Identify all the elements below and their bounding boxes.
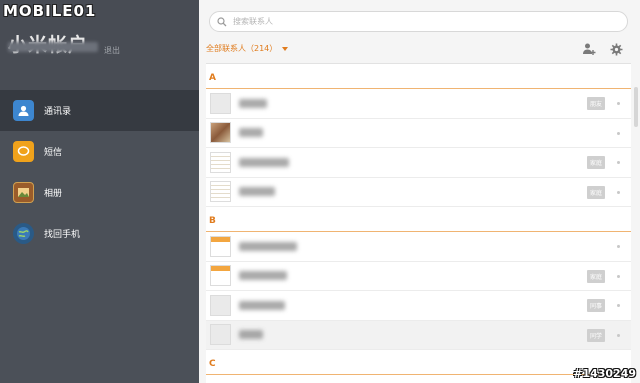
section-header: A <box>206 64 631 89</box>
avatar <box>210 294 231 316</box>
sidebar: MOBILE01 小米帐户 退出 通讯录 短信 相册 找回手 <box>0 0 199 383</box>
contact-group-tag: 朋友 <box>586 97 605 110</box>
sidebar-item-label: 通讯录 <box>44 107 72 117</box>
contact-name-blurred <box>239 98 267 108</box>
contact-filter-dropdown[interactable]: 全部联系人（214） <box>206 43 289 54</box>
sidebar-item-sms[interactable]: 短信 <box>0 131 199 172</box>
contact-row[interactable]: 家庭 <box>206 148 631 178</box>
account-header: MOBILE01 小米帐户 退出 <box>0 0 199 90</box>
section-header: B <box>206 207 631 232</box>
sidebar-item-label: 相册 <box>44 189 63 199</box>
row-dot-icon <box>617 131 620 135</box>
sidebar-item-contacts[interactable]: 通讯录 <box>0 90 199 131</box>
album-icon <box>13 182 34 203</box>
add-contact-icon[interactable] <box>582 42 596 56</box>
contact-name-blurred <box>239 241 297 251</box>
row-dot-icon <box>617 274 620 278</box>
contact-row[interactable] <box>206 119 631 148</box>
contact-row[interactable]: 家庭 <box>206 178 631 207</box>
avatar <box>210 151 231 173</box>
scroll-thumb[interactable] <box>634 87 638 127</box>
search-input[interactable]: 搜索联系人 <box>209 11 628 32</box>
avatar <box>210 324 231 346</box>
contact-name-blurred <box>239 187 275 197</box>
row-dot-icon <box>617 333 620 337</box>
contact-name-blurred <box>239 330 263 340</box>
contact-list: A 朋友 家庭 家庭 B 家庭 同事 同学 C <box>206 63 631 383</box>
row-dot-icon <box>617 190 620 194</box>
sidebar-item-label: 短信 <box>44 148 63 158</box>
row-dot-icon <box>617 245 620 248</box>
contacts-icon <box>13 100 34 121</box>
search-placeholder: 搜索联系人 <box>233 17 273 26</box>
avatar <box>210 181 231 203</box>
sms-icon <box>13 141 34 162</box>
image-id-watermark: #1430249 <box>573 367 636 380</box>
contact-name-blurred <box>239 128 263 138</box>
account-email-blurred <box>8 42 98 52</box>
contact-group-tag: 家庭 <box>586 185 605 199</box>
watermark-logo: MOBILE01 <box>3 2 97 20</box>
find-phone-icon <box>13 223 34 244</box>
avatar <box>210 122 231 144</box>
row-dot-icon <box>617 102 620 105</box>
contact-group-tag: 同学 <box>586 328 605 342</box>
avatar <box>210 265 231 287</box>
sidebar-item-album[interactable]: 相册 <box>0 172 199 213</box>
logout-link[interactable]: 退出 <box>104 45 120 56</box>
row-dot-icon <box>617 304 620 307</box>
contact-group-tag: 家庭 <box>586 156 605 169</box>
chevron-down-icon <box>282 46 289 51</box>
contact-group-tag: 同事 <box>586 299 605 312</box>
contact-row[interactable]: 家庭 <box>206 262 631 291</box>
sidebar-item-find-phone[interactable]: 找回手机 <box>0 213 199 254</box>
contact-row[interactable]: 同事 <box>206 291 631 321</box>
sidebar-item-label: 找回手机 <box>44 230 81 240</box>
contact-row[interactable] <box>206 232 631 262</box>
contacts-main: 搜索联系人 全部联系人（214） A 朋友 家庭 家庭 B 家庭 同事 同学 C <box>199 0 640 383</box>
settings-gear-icon[interactable] <box>609 42 623 56</box>
filter-label: 全部联系人（214） <box>206 44 278 53</box>
row-dot-icon <box>617 161 620 164</box>
contact-row[interactable]: 同学 <box>206 320 631 350</box>
contact-group-tag: 家庭 <box>586 269 605 283</box>
scrollbar[interactable] <box>634 63 638 383</box>
contact-row[interactable]: 朋友 <box>206 89 631 119</box>
sidebar-nav: 通讯录 短信 相册 找回手机 <box>0 90 199 254</box>
avatar <box>210 92 231 114</box>
contact-name-blurred <box>239 300 285 310</box>
search-icon <box>216 16 228 28</box>
avatar <box>210 235 231 257</box>
contact-name-blurred <box>239 271 287 281</box>
section-header: C <box>206 350 631 375</box>
contact-name-blurred <box>239 157 289 167</box>
